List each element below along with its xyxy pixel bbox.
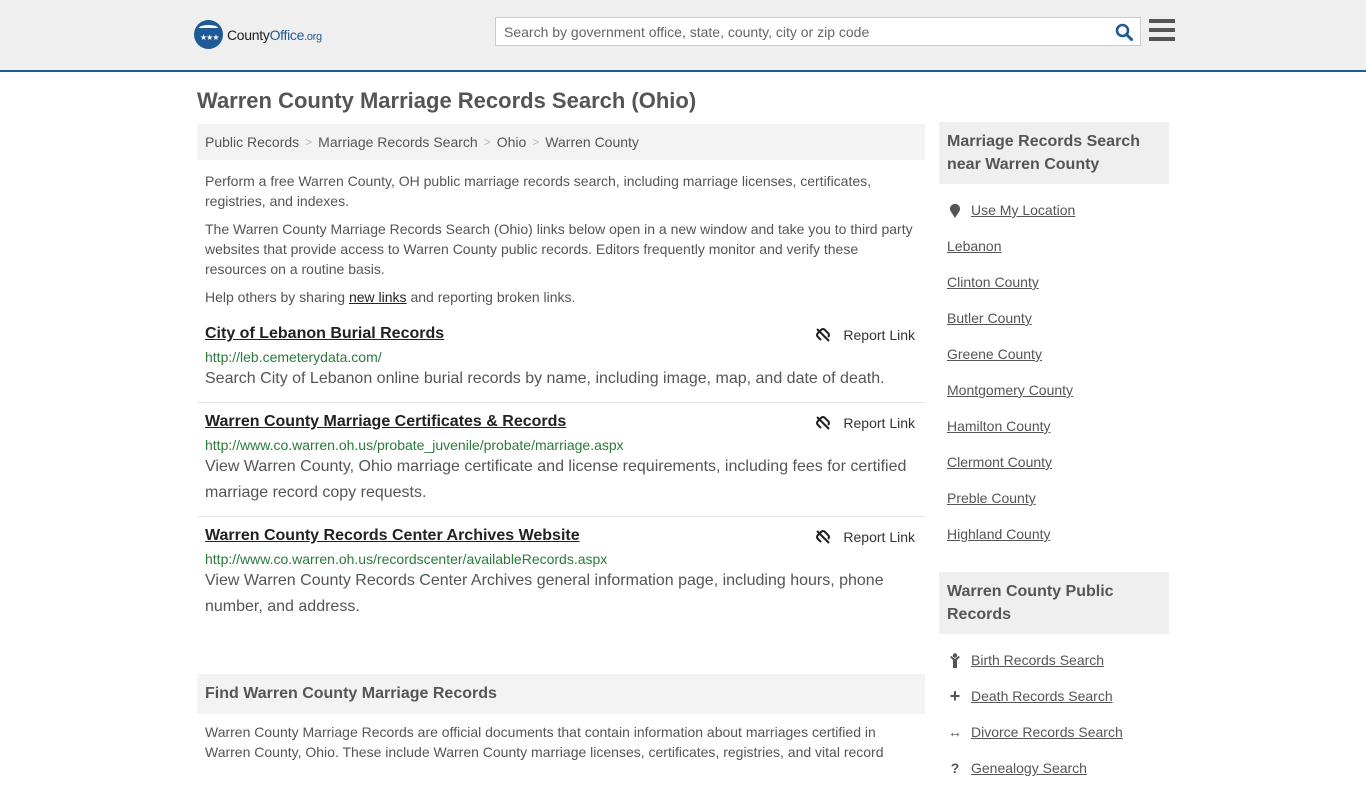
public-records-heading: Warren County Public Records (939, 572, 1169, 634)
map-marker-icon (947, 203, 963, 218)
site-header: ★★★ CountyOffice.org (0, 0, 1366, 72)
person-icon (947, 652, 963, 668)
breadcrumb-warren-county[interactable]: Warren County (545, 134, 639, 150)
use-my-location-link[interactable]: Use My Location (971, 202, 1075, 218)
entry-url: http://leb.cemeterydata.com/ (205, 349, 382, 365)
breadcrumb-public-records[interactable]: Public Records (205, 134, 299, 150)
intro: Perform a free Warren County, OH public … (197, 171, 925, 307)
broken-link-icon (816, 416, 831, 430)
entry-title-link[interactable]: City of Lebanon Burial Records (205, 325, 444, 342)
list-item: City of Lebanon Burial Records Report Li… (197, 315, 925, 403)
entry-description: View Warren County Records Center Archiv… (205, 572, 884, 615)
entry-title-link[interactable]: Warren County Marriage Certificates & Re… (205, 413, 566, 430)
main-content: Public Records > Marriage Records Search… (197, 124, 925, 762)
intro-paragraph: Perform a free Warren County, OH public … (205, 173, 872, 209)
entry-description: View Warren County, Ohio marriage certif… (205, 458, 907, 501)
sidebar-item-hamilton: Hamilton County (947, 418, 1051, 434)
report-link-button[interactable]: Report Link (815, 415, 915, 431)
find-records-text: Warren County Marriage Records are offic… (205, 724, 884, 760)
sidebar: Marriage Records Search near Warren Coun… (939, 122, 1169, 786)
search-icon (1115, 23, 1133, 41)
logo-eagle-icon: ★★★ (194, 20, 223, 49)
breadcrumb: Public Records > Marriage Records Search… (197, 124, 925, 160)
cross-icon: + (949, 685, 961, 706)
nearby-list: Use My Location Lebanon Clinton County B… (939, 184, 1169, 552)
sidebar-item-lebanon: Lebanon (947, 238, 1002, 254)
sidebar-item-genealogy: ? Genealogy Search (947, 750, 1161, 786)
search-button[interactable] (1108, 18, 1140, 45)
new-links-link[interactable]: new links (349, 289, 407, 305)
entry-url: http://www.co.warren.oh.us/recordscenter… (205, 551, 608, 567)
search-input[interactable] (496, 18, 1108, 45)
arrows-horizontal-icon: ↔ (948, 724, 962, 740)
hamburger-menu-icon[interactable] (1149, 19, 1175, 43)
report-link-button[interactable]: Report Link (815, 529, 915, 545)
sidebar-item-clermont: Clermont County (947, 454, 1053, 470)
sidebar-item-preble: Preble County (947, 490, 1036, 506)
entry-title-link[interactable]: Warren County Records Center Archives We… (205, 527, 580, 544)
page-title: Warren County Marriage Records Search (O… (197, 88, 697, 113)
sidebar-item-highland: Highland County (947, 526, 1051, 542)
report-link-button[interactable]: Report Link (815, 327, 915, 343)
sidebar-item-birth: Birth Records Search (947, 642, 1161, 678)
breadcrumb-separator: > (305, 135, 313, 149)
sidebar-item-death: + Death Records Search (947, 678, 1161, 714)
site-logo[interactable]: ★★★ CountyOffice.org (194, 20, 322, 49)
sidebar-item-greene: Greene County (947, 346, 1042, 362)
nearby-heading: Marriage Records Search near Warren Coun… (939, 122, 1169, 184)
use-location-item: Use My Location (947, 192, 1161, 228)
intro-paragraph: The Warren County Marriage Records Searc… (205, 221, 913, 277)
broken-link-icon (816, 530, 831, 544)
public-records-list: Birth Records Search + Death Records Sea… (939, 634, 1169, 786)
breadcrumb-separator: > (532, 135, 540, 149)
sidebar-item-clinton: Clinton County (947, 274, 1039, 290)
breadcrumb-marriage-records[interactable]: Marriage Records Search (318, 134, 478, 150)
entry-url: http://www.co.warren.oh.us/probate_juven… (205, 437, 624, 453)
intro-help-text: Help others by sharing new links and rep… (205, 289, 576, 305)
broken-link-icon (816, 328, 831, 342)
entry-list: City of Lebanon Burial Records Report Li… (197, 315, 925, 630)
sidebar-item-divorce: ↔ Divorce Records Search (948, 724, 1123, 740)
search-bar (495, 17, 1141, 46)
sidebar-item-butler: Butler County (947, 310, 1032, 326)
sidebar-item-montgomery: Montgomery County (947, 382, 1074, 398)
list-item: Warren County Marriage Certificates & Re… (197, 403, 925, 517)
list-item: Warren County Records Center Archives We… (197, 517, 925, 630)
find-records-heading: Find Warren County Marriage Records (197, 674, 925, 714)
entry-description: Search City of Lebanon online burial rec… (205, 370, 885, 387)
breadcrumb-separator: > (483, 135, 491, 149)
breadcrumb-ohio[interactable]: Ohio (497, 134, 527, 150)
question-icon: ? (950, 760, 960, 776)
